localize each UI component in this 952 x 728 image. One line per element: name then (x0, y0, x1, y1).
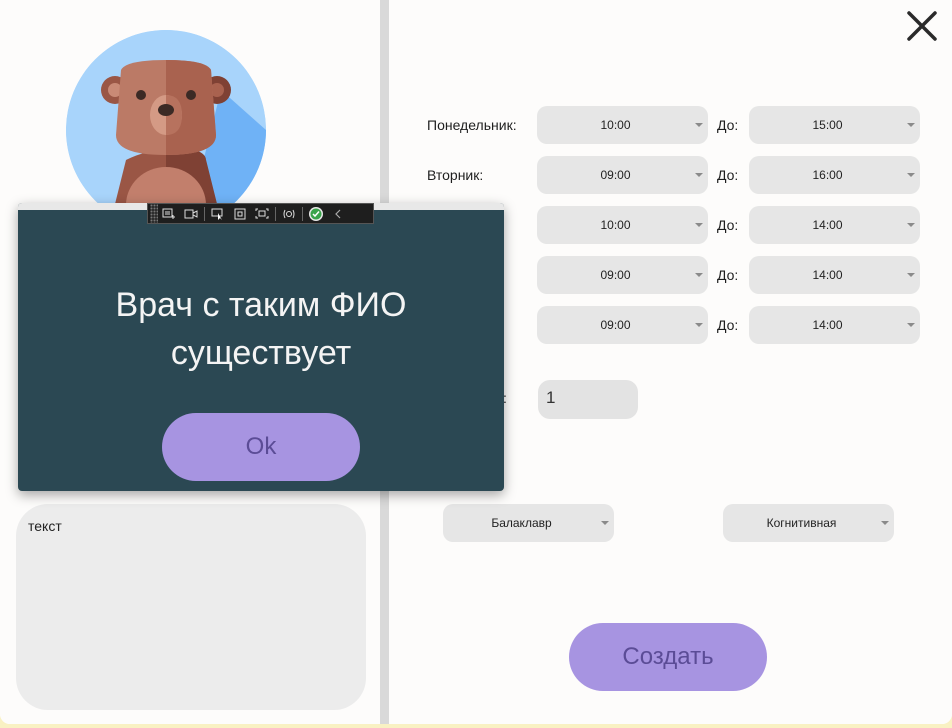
xaml-debug-toolbar (147, 203, 374, 224)
dialog-message-line1: Врач с таким ФИО (115, 286, 407, 324)
to-label: До: (717, 117, 739, 133)
toolbar-separator (204, 206, 205, 221)
combobox-value: 09:00 (600, 318, 631, 332)
thursday-to-combobox[interactable]: 14:00 (749, 256, 920, 294)
dialog-message: Врач с таким ФИО существует (18, 281, 504, 377)
collapse-chevron-icon[interactable] (327, 204, 349, 223)
tuesday-from-combobox[interactable]: 09:00 (537, 156, 708, 194)
chevron-down-icon (690, 206, 708, 244)
ok-button[interactable]: Ok (162, 413, 360, 481)
chevron-down-icon (690, 156, 708, 194)
wednesday-from-combobox[interactable]: 10:00 (537, 206, 708, 244)
friday-from-combobox[interactable]: 09:00 (537, 306, 708, 344)
combobox-value: 15:00 (812, 118, 843, 132)
grip-icon[interactable] (150, 204, 158, 223)
combobox-value: 10:00 (600, 218, 631, 232)
specialty-combobox[interactable]: Когнитивная (723, 504, 894, 542)
combobox-value: 14:00 (812, 218, 843, 232)
chevron-down-icon (902, 206, 920, 244)
chevron-down-icon (902, 156, 920, 194)
chevron-down-icon (690, 256, 708, 294)
track-focus-icon[interactable] (251, 204, 273, 223)
select-element-icon[interactable] (207, 204, 229, 223)
avatar-bear-image (66, 30, 266, 230)
day-label-tuesday: Вторник: (427, 167, 484, 183)
chevron-down-icon (902, 106, 920, 144)
chevron-down-icon (876, 504, 894, 542)
thursday-from-combobox[interactable]: 09:00 (537, 256, 708, 294)
friday-to-combobox[interactable]: 14:00 (749, 306, 920, 344)
hot-reload-icon[interactable] (278, 204, 300, 223)
combobox-value: 09:00 (600, 268, 631, 282)
display-layout-adorners-icon[interactable] (229, 204, 251, 223)
to-label: До: (717, 267, 739, 283)
monday-to-combobox[interactable]: 15:00 (749, 106, 920, 144)
close-button[interactable] (904, 8, 940, 44)
chevron-down-icon (596, 504, 614, 542)
live-tree-icon[interactable] (158, 204, 180, 223)
record-icon[interactable] (180, 204, 202, 223)
tuesday-to-combobox[interactable]: 16:00 (749, 156, 920, 194)
close-icon (907, 11, 937, 41)
toolbar-separator (275, 206, 276, 221)
day-label-monday: Понедельник: (427, 117, 517, 133)
combobox-value: 10:00 (600, 118, 631, 132)
combobox-value: 16:00 (812, 168, 843, 182)
combobox-value: 14:00 (812, 268, 843, 282)
to-label: До: (717, 167, 739, 183)
to-label: До: (717, 317, 739, 333)
notes-textarea[interactable]: текст (16, 504, 366, 710)
combobox-value: Когнитивная (766, 516, 837, 530)
chevron-down-icon (690, 106, 708, 144)
notes-text: текст (28, 518, 62, 534)
toolbar-separator (302, 206, 303, 221)
dialog-message-line2: существует (170, 334, 352, 372)
cabinet-number-input[interactable]: 1 (538, 380, 638, 419)
chevron-down-icon (690, 306, 708, 344)
doctor-form-window: текст Понедельник: 10:00 До: 15:00 Вторн… (0, 0, 952, 724)
chevron-down-icon (902, 256, 920, 294)
combobox-value: Балаклавр (491, 516, 552, 530)
error-dialog: Врач с таким ФИО существует Ok (18, 203, 504, 491)
monday-from-combobox[interactable]: 10:00 (537, 106, 708, 144)
combobox-value: 09:00 (600, 168, 631, 182)
wednesday-to-combobox[interactable]: 14:00 (749, 206, 920, 244)
create-button[interactable]: Создать (569, 623, 767, 691)
combobox-value: 14:00 (812, 318, 843, 332)
degree-combobox[interactable]: Балаклавр (443, 504, 614, 542)
cabinet-number-value: 1 (546, 388, 556, 407)
chevron-down-icon (902, 306, 920, 344)
binding-failures-ok-icon[interactable] (305, 204, 327, 223)
to-label: До: (717, 217, 739, 233)
